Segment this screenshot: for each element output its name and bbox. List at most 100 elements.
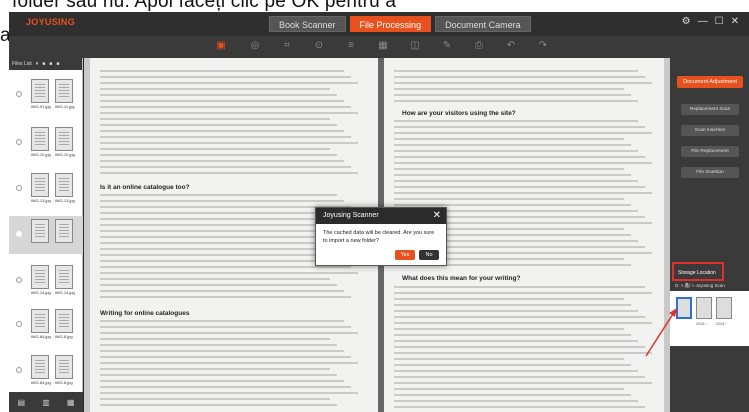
text-line: [394, 346, 645, 348]
text-line: [394, 156, 645, 158]
close-icon[interactable]: ✕: [731, 16, 739, 27]
crop-icon[interactable]: ⌗: [281, 40, 293, 52]
yes-button[interactable]: Yes: [395, 250, 415, 260]
list-item[interactable]: IMG-12.jpg IMG-12.jpg: [9, 124, 83, 162]
storage-location-label[interactable]: Storage Location: [675, 268, 725, 278]
list-item[interactable]: IMG-84.jpg IMG-8.jpg: [9, 352, 83, 390]
rotate-icon[interactable]: ◎: [249, 40, 261, 52]
text-line: [394, 162, 652, 164]
files-list-header: Files List ▾ ■ ■ ■: [9, 58, 82, 70]
app-logo: JOYUSING: [26, 17, 75, 27]
no-button[interactable]: No: [419, 250, 439, 260]
adjust-icon[interactable]: ≡: [345, 40, 357, 52]
tab-book-scanner[interactable]: Book Scanner: [269, 16, 346, 32]
text-line: [394, 120, 638, 122]
image-thumbnail[interactable]: [55, 173, 73, 197]
dialog-message: The cached data will be cleared. Are you…: [323, 230, 435, 244]
text-line: [100, 118, 330, 120]
grid-icon[interactable]: ▦: [377, 40, 389, 52]
file-insertion-button[interactable]: File Insertion: [681, 167, 739, 178]
image-thumbnail[interactable]: [31, 265, 49, 289]
confirm-dialog: Joyusing Scanner ✕ The cached data will …: [315, 207, 447, 266]
thumbnail-label: IMG-8.jpg: [55, 334, 73, 339]
delete-icon[interactable]: ▦: [67, 398, 75, 407]
print-icon[interactable]: ⎙: [473, 40, 485, 52]
edit-icon[interactable]: ✎: [441, 40, 453, 52]
radio-button[interactable]: [16, 367, 22, 373]
radio-button[interactable]: [16, 139, 22, 145]
image-thumbnail[interactable]: [55, 219, 73, 243]
scan-insertion-button[interactable]: Scan Insertion: [681, 125, 739, 136]
import-icon[interactable]: ▤: [18, 398, 26, 407]
dropdown-icon[interactable]: ▾: [36, 58, 39, 70]
text-line: [394, 400, 638, 402]
maximize-icon[interactable]: ☐: [715, 16, 724, 27]
text-line: [394, 94, 631, 96]
target-icon[interactable]: ⊙: [313, 40, 325, 52]
text-line: [100, 88, 330, 90]
list-item[interactable]: [9, 216, 83, 254]
image-thumbnail[interactable]: [31, 219, 49, 243]
file-replacement-button[interactable]: File Replacement: [681, 146, 739, 157]
gear-icon[interactable]: ⚙: [682, 16, 691, 27]
storage-thumbnail[interactable]: [696, 297, 712, 319]
radio-button[interactable]: [16, 185, 22, 191]
text-line: [100, 142, 358, 144]
toolbar: ▣ ◎ ⌗ ⊙ ≡ ▦ ◫ ✎ ⎙ ↶ ↷: [9, 36, 749, 58]
trash-icon[interactable]: ■: [56, 58, 59, 70]
image-thumbnail[interactable]: [55, 309, 73, 333]
undo-icon[interactable]: ↶: [505, 40, 517, 52]
text-line: [100, 130, 344, 132]
text-line: [394, 352, 652, 354]
tab-document-camera[interactable]: Document Camera: [435, 16, 531, 32]
tab-file-processing[interactable]: File Processing: [349, 16, 432, 32]
text-line: [394, 292, 652, 294]
storage-thumbnail[interactable]: [716, 297, 732, 319]
text-line: [100, 266, 351, 268]
text-line: [394, 388, 624, 390]
radio-button[interactable]: [16, 321, 22, 327]
list-item[interactable]: IMG-13.jpg IMG-13.jpg: [9, 170, 83, 208]
radio-button[interactable]: [16, 277, 22, 283]
redo-icon[interactable]: ↷: [537, 40, 549, 52]
close-icon[interactable]: ✕: [433, 208, 441, 224]
list-item[interactable]: IMG-91.jpg IMG-11.jpg: [9, 76, 83, 114]
radio-button[interactable]: [16, 231, 22, 237]
image-thumbnail[interactable]: [31, 355, 49, 379]
text-line: [394, 70, 638, 72]
text-line: [100, 206, 351, 208]
text-line: [394, 132, 652, 134]
text-line: [100, 230, 344, 232]
dialog-title-bar: Joyusing Scanner ✕: [316, 208, 446, 224]
folder-open-icon[interactable]: ■: [42, 58, 45, 70]
thumbnail-label: IMG-14.jpg: [31, 290, 51, 295]
image-thumbnail[interactable]: [55, 355, 73, 379]
folder-add-icon[interactable]: ■: [49, 58, 52, 70]
folder-icon[interactable]: ▣: [215, 40, 227, 52]
text-line: [394, 394, 631, 396]
radio-button[interactable]: [16, 91, 22, 97]
text-line: [100, 332, 358, 334]
storage-thumb-label: 2021~: [716, 321, 728, 326]
thumbnail-label: IMG-91.jpg: [31, 104, 51, 109]
image-thumbnail[interactable]: [31, 127, 49, 151]
text-line: [100, 172, 358, 174]
text-line: [394, 82, 652, 84]
image-thumbnail[interactable]: [31, 173, 49, 197]
text-line: [394, 150, 638, 152]
minimize-icon[interactable]: —: [698, 16, 708, 27]
merge-icon[interactable]: ◫: [409, 40, 421, 52]
text-line: [394, 186, 645, 188]
document-adjustment-header[interactable]: Document Adjustment: [677, 76, 743, 88]
image-thumbnail[interactable]: [55, 127, 73, 151]
list-item[interactable]: IMG-84.jpg IMG-8.jpg: [9, 306, 83, 344]
storage-thumbnail-selected[interactable]: [676, 297, 692, 319]
image-thumbnail[interactable]: [31, 309, 49, 333]
text-line: [100, 70, 344, 72]
image-thumbnail[interactable]: [55, 79, 73, 103]
list-item[interactable]: IMG-14.jpg IMG-14.jpg: [9, 262, 83, 300]
replacement-scan-button[interactable]: Replacement Scan: [681, 104, 739, 115]
image-thumbnail[interactable]: [31, 79, 49, 103]
export-icon[interactable]: ▥: [42, 398, 50, 407]
image-thumbnail[interactable]: [55, 265, 73, 289]
